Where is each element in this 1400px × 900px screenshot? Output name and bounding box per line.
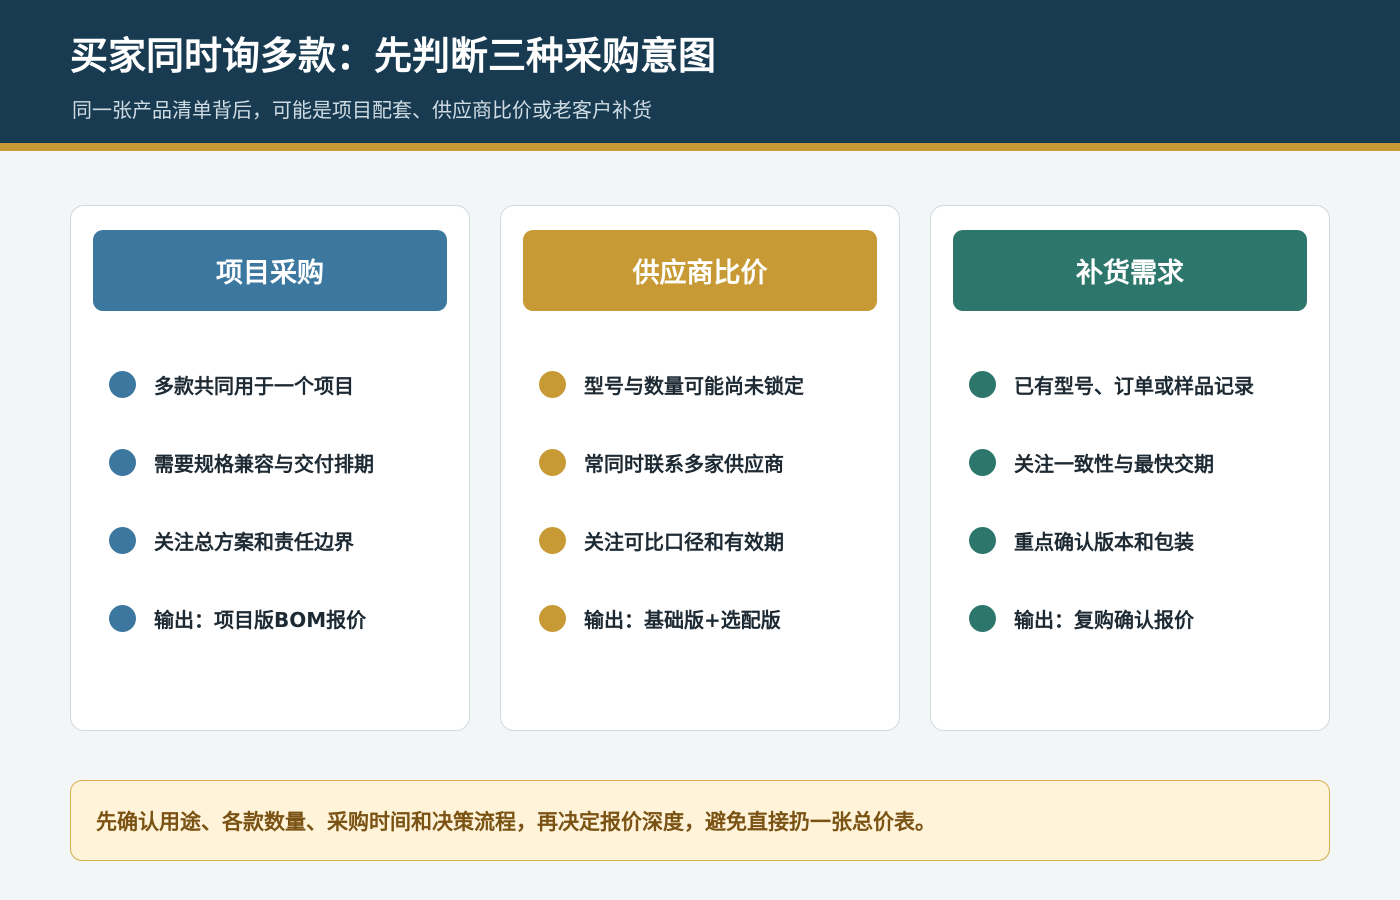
note-text: 先确认用途、各款数量、采购时间和决策流程，再决定报价深度，避免直接扔一张总价表。 xyxy=(96,809,936,834)
bullet-dot-icon xyxy=(969,526,996,554)
list-item-text: 重点确认版本和包装 xyxy=(1014,529,1194,554)
card-project-purchase: 项目采购 多款共同用于一个项目 需要规格兼容与交付排期 关注总方案和责任边界 输… xyxy=(70,205,470,731)
list-item: 常同时联系多家供应商 xyxy=(539,447,879,477)
list-item: 多款共同用于一个项目 xyxy=(109,369,449,399)
card-supplier-comparison: 供应商比价 型号与数量可能尚未锁定 常同时联系多家供应商 关注可比口径和有效期 … xyxy=(500,205,900,731)
bullet-dot-icon xyxy=(109,370,136,398)
list-item: 输出：项目版BOM报价 xyxy=(109,603,449,633)
list-item: 型号与数量可能尚未锁定 xyxy=(539,369,879,399)
bullet-dot-icon xyxy=(109,526,136,554)
bullet-dot-icon xyxy=(539,370,566,398)
card-header-restock-demand: 补货需求 xyxy=(953,230,1307,311)
list-item-text: 型号与数量可能尚未锁定 xyxy=(584,373,804,398)
bullet-dot-icon xyxy=(539,526,566,554)
list-item: 输出：基础版+选配版 xyxy=(539,603,879,633)
list-item: 已有型号、订单或样品记录 xyxy=(969,369,1309,399)
list-item: 关注总方案和责任边界 xyxy=(109,525,449,555)
card-restock-demand: 补货需求 已有型号、订单或样品记录 关注一致性与最快交期 重点确认版本和包装 输… xyxy=(930,205,1330,731)
list-item-text: 关注可比口径和有效期 xyxy=(584,529,784,554)
list-item-text: 需要规格兼容与交付排期 xyxy=(154,451,374,476)
bullet-dot-icon xyxy=(969,604,996,632)
page-title: 买家同时询多款：先判断三种采购意图 xyxy=(70,34,717,78)
list-item-text: 关注总方案和责任边界 xyxy=(154,529,354,554)
list-item: 需要规格兼容与交付排期 xyxy=(109,447,449,477)
list-item-text: 多款共同用于一个项目 xyxy=(154,373,354,398)
list-item: 关注一致性与最快交期 xyxy=(969,447,1309,477)
list-item: 关注可比口径和有效期 xyxy=(539,525,879,555)
bottom-note-banner: 先确认用途、各款数量、采购时间和决策流程，再决定报价深度，避免直接扔一张总价表。 xyxy=(70,780,1330,861)
list-item: 输出：复购确认报价 xyxy=(969,603,1309,633)
card-header-project-purchase: 项目采购 xyxy=(93,230,447,311)
page-subtitle: 同一张产品清单背后，可能是项目配套、供应商比价或老客户补货 xyxy=(72,98,652,122)
bullet-dot-icon xyxy=(109,448,136,476)
list-item-text: 输出：基础版+选配版 xyxy=(584,607,781,632)
list-item-text: 常同时联系多家供应商 xyxy=(584,451,784,476)
list-item-text: 输出：项目版BOM报价 xyxy=(154,607,367,632)
list-item-text: 输出：复购确认报价 xyxy=(1014,607,1194,632)
bullet-dot-icon xyxy=(969,448,996,476)
header-accent-rule xyxy=(0,143,1400,151)
card-header-supplier-comparison: 供应商比价 xyxy=(523,230,877,311)
bullet-dot-icon xyxy=(109,604,136,632)
bullet-dot-icon xyxy=(539,448,566,476)
bullet-dot-icon xyxy=(969,370,996,398)
list-item-text: 已有型号、订单或样品记录 xyxy=(1014,373,1254,398)
list-item: 重点确认版本和包装 xyxy=(969,525,1309,555)
list-item-text: 关注一致性与最快交期 xyxy=(1014,451,1214,476)
bullet-dot-icon xyxy=(539,604,566,632)
